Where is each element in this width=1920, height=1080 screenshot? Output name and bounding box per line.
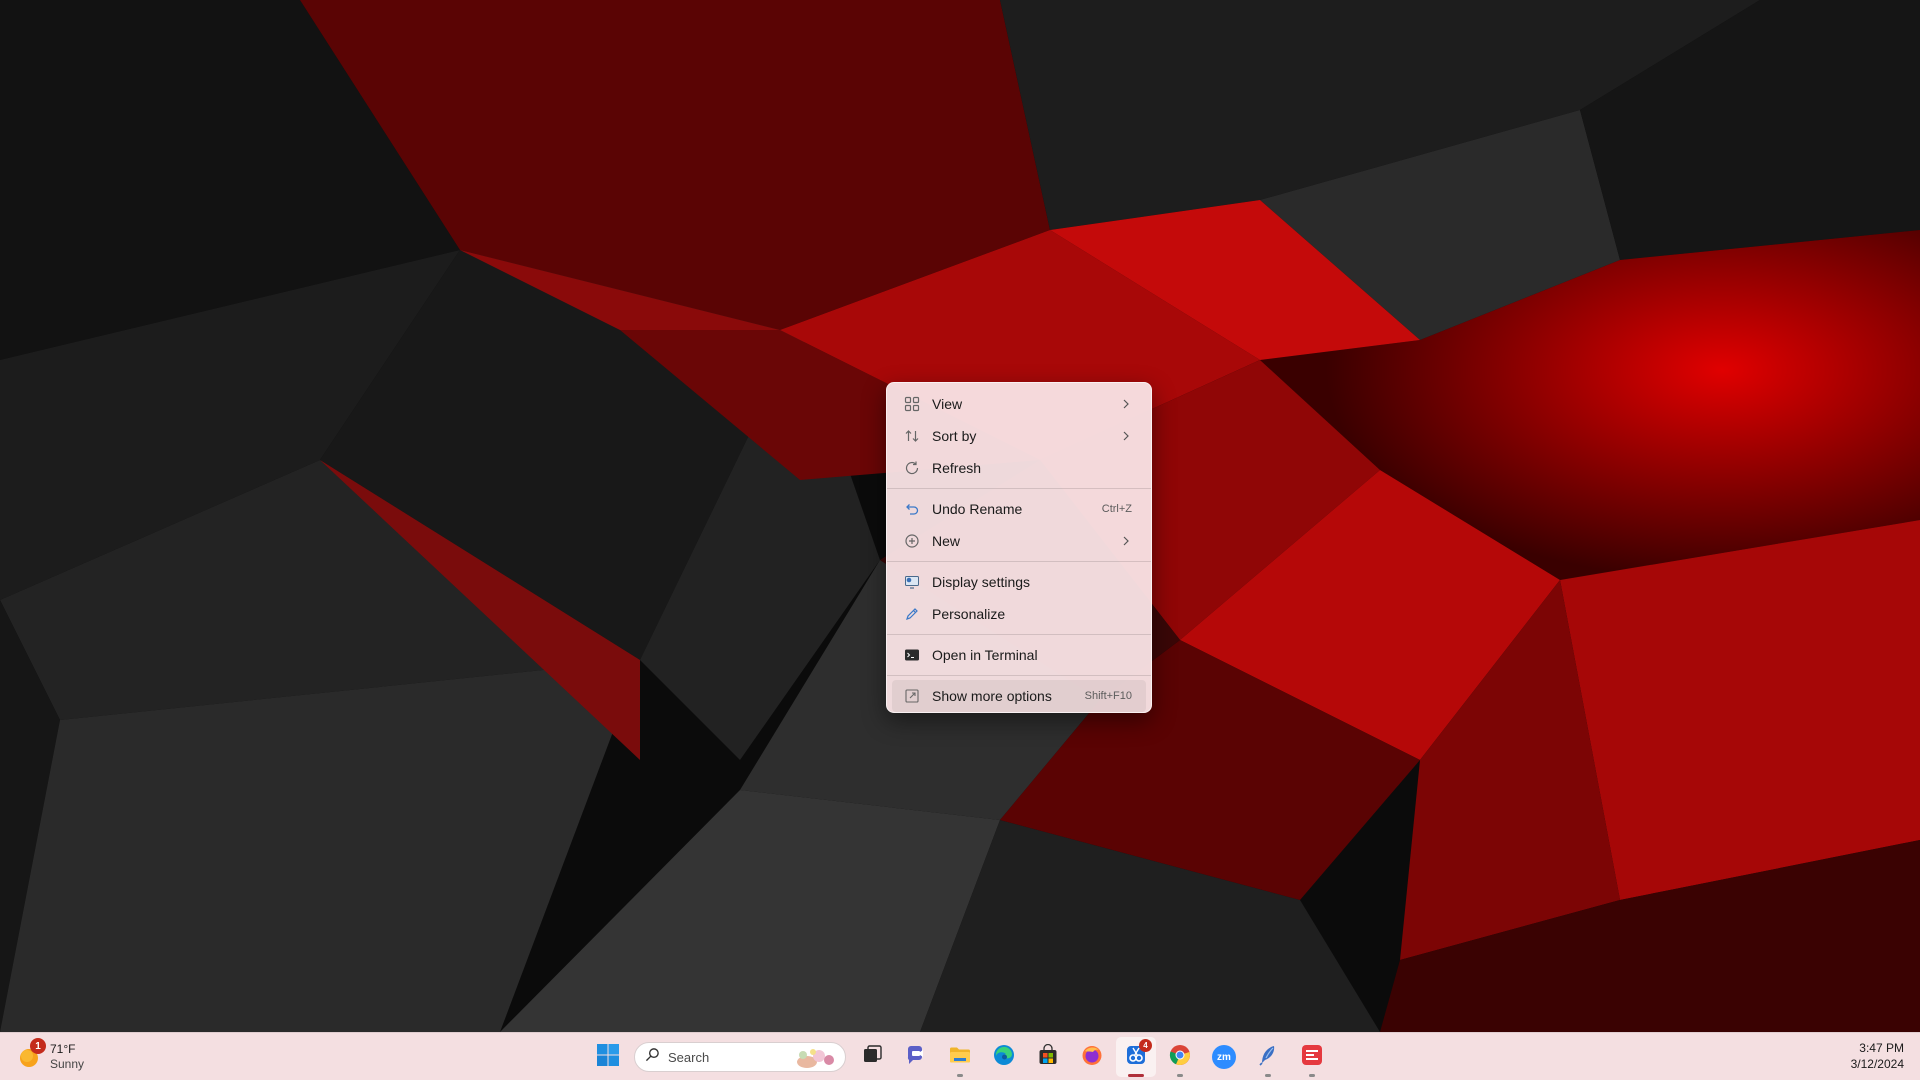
edge-button[interactable]	[984, 1037, 1024, 1077]
zoom-button[interactable]: zm	[1204, 1037, 1244, 1077]
taskbar-search-box[interactable]: Search	[634, 1042, 846, 1072]
red-app-icon	[1300, 1043, 1324, 1072]
sort-arrows-icon	[903, 427, 921, 445]
running-indicator	[1128, 1074, 1144, 1077]
menu-separator	[887, 561, 1151, 562]
menu-item-sort-by[interactable]: Sort by	[892, 420, 1146, 452]
zoom-icon: zm	[1212, 1045, 1236, 1069]
menu-item-label: New	[932, 533, 961, 549]
shortcut-hint: Shift+F10	[1084, 690, 1132, 702]
menu-item-label: View	[932, 396, 963, 412]
menu-item-label: Show more options	[932, 688, 1052, 704]
running-indicator	[957, 1074, 963, 1077]
desktop-context-menu: View Sort by Refresh Undo Rename Ctrl+Z …	[886, 382, 1152, 713]
refresh-icon	[903, 459, 921, 477]
menu-item-label: Open in Terminal	[932, 647, 1038, 663]
menu-item-refresh[interactable]: Refresh	[892, 452, 1146, 484]
search-icon	[645, 1047, 660, 1067]
feather-app-button[interactable]	[1248, 1037, 1288, 1077]
desktop[interactable]: View Sort by Refresh Undo Rename Ctrl+Z …	[0, 0, 1920, 1032]
store-icon	[1037, 1043, 1059, 1071]
menu-item-view[interactable]: View	[892, 388, 1146, 420]
teams-chat-button[interactable]	[896, 1037, 936, 1077]
task-view-icon	[861, 1044, 883, 1071]
plus-circle-icon	[903, 532, 921, 550]
task-view-button[interactable]	[852, 1037, 892, 1077]
menu-item-new[interactable]: New	[892, 525, 1146, 557]
menu-item-label: Refresh	[932, 460, 982, 476]
firefox-icon	[1080, 1043, 1104, 1072]
weather-widget[interactable]: 1 71°F Sunny	[16, 1038, 84, 1075]
menu-item-open-terminal[interactable]: Open in Terminal	[892, 639, 1146, 671]
display-settings-icon	[903, 573, 921, 591]
running-indicator	[1177, 1074, 1183, 1077]
pencil-icon	[903, 605, 921, 623]
menu-item-show-more-options[interactable]: Show more options Shift+F10	[892, 680, 1146, 712]
chevron-right-icon	[1120, 535, 1132, 547]
notification-badge: 4	[1139, 1039, 1152, 1052]
weather-condition: Sunny	[50, 1057, 85, 1071]
search-placeholder: Search	[668, 1049, 710, 1065]
weather-text: 71°F Sunny	[50, 1042, 84, 1072]
chevron-right-icon	[1120, 430, 1132, 442]
store-button[interactable]	[1028, 1037, 1068, 1077]
chevron-right-icon	[1120, 398, 1132, 410]
running-indicator	[1309, 1074, 1315, 1077]
folder-icon	[948, 1043, 972, 1072]
taskbar-apps: Search 4 zm	[586, 1037, 1334, 1077]
firefox-button[interactable]	[1072, 1037, 1112, 1077]
menu-item-personalize[interactable]: Personalize	[892, 598, 1146, 630]
edge-icon	[992, 1043, 1016, 1072]
terminal-icon	[903, 646, 921, 664]
grid-view-icon	[903, 395, 921, 413]
clock-time: 3:47 PM	[1859, 1041, 1904, 1055]
start-button[interactable]	[588, 1037, 628, 1077]
menu-item-label: Sort by	[932, 428, 977, 444]
windows-logo-icon	[596, 1043, 620, 1072]
clock-date: 3/12/2024	[1850, 1057, 1904, 1071]
menu-item-undo-rename[interactable]: Undo Rename Ctrl+Z	[892, 493, 1146, 525]
sun-icon: 1	[16, 1038, 46, 1070]
menu-separator	[887, 675, 1151, 676]
search-highlight-image	[789, 1046, 841, 1070]
chrome-icon	[1168, 1043, 1192, 1072]
file-explorer-button[interactable]	[940, 1037, 980, 1077]
menu-item-label: Display settings	[932, 574, 1031, 590]
menu-item-label: Personalize	[932, 606, 1006, 622]
menu-item-label: Undo Rename	[932, 501, 1023, 517]
menu-separator	[887, 634, 1151, 635]
taskbar: 1 71°F Sunny Search 4 zm 3:47 PM 3/12/20…	[0, 1032, 1920, 1080]
show-more-icon	[903, 687, 921, 705]
system-clock[interactable]: 3:47 PM 3/12/2024	[1851, 1040, 1904, 1072]
notification-badge: 1	[30, 1038, 46, 1054]
red-app-button[interactable]	[1292, 1037, 1332, 1077]
teams-icon	[904, 1043, 928, 1072]
undo-icon	[903, 500, 921, 518]
menu-separator	[887, 488, 1151, 489]
shortcut-hint: Ctrl+Z	[1101, 503, 1132, 515]
weather-temperature: 71°F	[50, 1042, 76, 1056]
menu-item-display-settings[interactable]: Display settings	[892, 566, 1146, 598]
snipping-tool-button[interactable]: 4	[1116, 1037, 1156, 1077]
feather-icon	[1256, 1043, 1280, 1072]
running-indicator	[1265, 1074, 1271, 1077]
chrome-button[interactable]	[1160, 1037, 1200, 1077]
